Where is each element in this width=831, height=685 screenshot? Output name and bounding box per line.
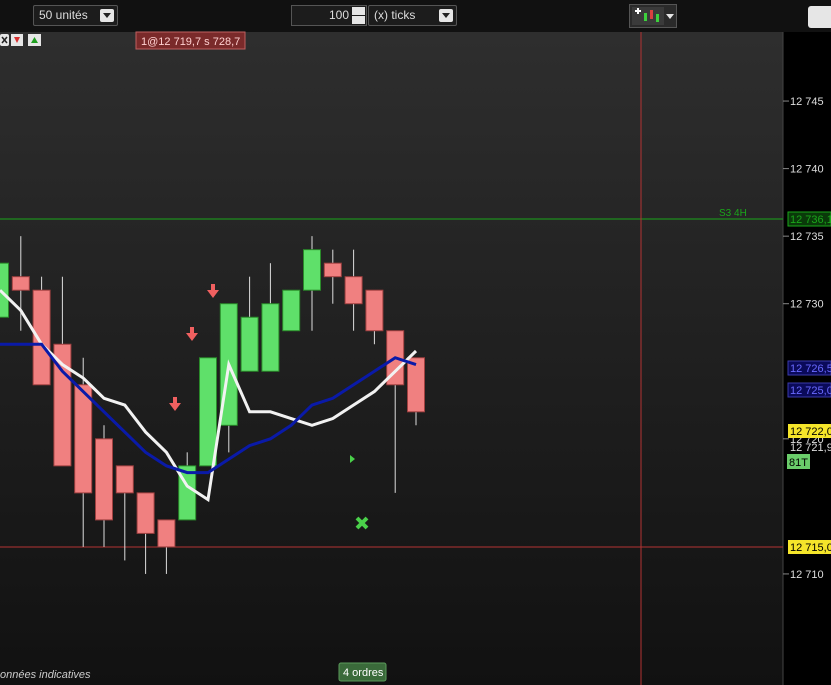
sell-price-tag: 12 722,0 — [790, 426, 831, 438]
orders-badge-label: 4 ordres — [343, 667, 384, 679]
ma1-price-tag: 12 726,5 — [790, 363, 831, 375]
bear-candle — [74, 384, 93, 494]
chart-toolbar-icons — [0, 34, 41, 46]
price-chart[interactable]: 12 74512 74012 73512 73012 72012 710 S3 … — [0, 0, 831, 685]
bull-candle — [303, 249, 321, 291]
bull-candle — [282, 289, 301, 332]
bear-candle — [115, 465, 134, 494]
ma2-price-tag: 12 725,0 — [790, 385, 831, 397]
cross-price-tag: 12 715,0 — [790, 542, 831, 554]
bull-candle — [240, 316, 259, 372]
price-tick-label: 12 730 — [790, 299, 824, 311]
bear-candle — [323, 262, 342, 278]
bear-candle — [344, 276, 363, 305]
bear-candle — [365, 289, 384, 332]
bear-candle — [32, 289, 51, 386]
marker-81t: 81T — [789, 457, 808, 469]
price-tick-label: 12 740 — [790, 164, 824, 176]
bear-candle — [95, 438, 113, 521]
bull-candle — [261, 303, 280, 372]
bear-candle — [407, 357, 425, 413]
price-axis — [783, 32, 831, 685]
price-tick-label: 12 710 — [790, 569, 824, 581]
price-tick-label: 12 735 — [790, 231, 824, 243]
last-price-tag: 12 721,9 — [790, 442, 831, 454]
bear-candle — [157, 519, 176, 548]
order-label: 1@12 719,7 s 728,7 — [141, 36, 240, 48]
bear-candle — [11, 276, 30, 291]
price-tick-label: 12 745 — [790, 96, 824, 108]
s3-label: S3 4H — [719, 208, 747, 219]
s3-price-tag: 12 736,1 — [790, 214, 831, 226]
bear-candle — [136, 492, 155, 534]
footer-note: onnées indicatives — [0, 669, 91, 681]
bull-candle — [199, 357, 217, 467]
